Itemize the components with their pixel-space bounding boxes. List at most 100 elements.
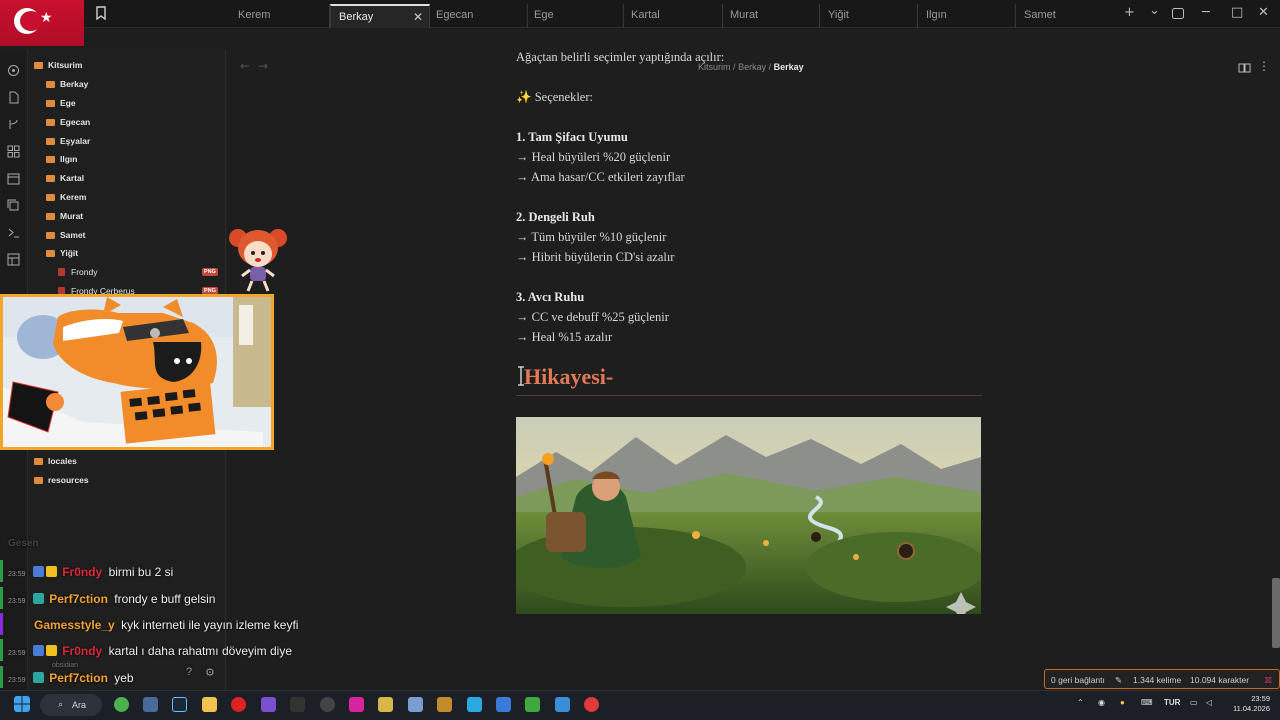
network-icon[interactable]: ▭ (1190, 698, 1198, 707)
option-title: 3. Avcı Ruhu (516, 290, 585, 304)
option-title: 2. Dengeli Ruh (516, 210, 595, 224)
folder-item[interactable]: locales (34, 456, 77, 466)
option-line: → Tüm büyüler %10 güçlenir (516, 230, 667, 244)
photos-icon[interactable] (555, 697, 570, 712)
close-tab-icon[interactable]: ✕ (413, 6, 423, 28)
tab-samet[interactable]: Samet (1016, 4, 1114, 28)
file-item[interactable]: Frondy (58, 267, 97, 277)
folder-label: Kartal (60, 173, 85, 183)
folder-icon (46, 100, 55, 107)
folder-item[interactable]: Kartal (46, 173, 84, 183)
chat-username[interactable]: Perf7ction (49, 671, 108, 685)
folder-root[interactable]: Kitsurim (34, 60, 82, 70)
sidebar-toggle-icon[interactable] (1172, 8, 1184, 19)
tab-kerem[interactable]: Kerem (230, 4, 330, 28)
search-icon: ⌕ (58, 699, 64, 709)
clock[interactable]: 23:59 11.04.2026 (1226, 694, 1270, 714)
app-icon[interactable] (378, 697, 393, 712)
folder-item[interactable]: Ilgın (46, 154, 77, 164)
calendar-icon[interactable] (7, 172, 20, 185)
tab-label: Samet (1024, 9, 1056, 21)
taskbar-search[interactable]: ⌕ Ara (40, 694, 102, 716)
instagram-icon[interactable] (349, 697, 364, 712)
chat-timestamp: 23:59 (8, 598, 26, 605)
templates-icon[interactable] (7, 253, 20, 266)
folder-item[interactable]: Kerem (46, 192, 86, 202)
crown-badge-icon (45, 645, 57, 656)
tab-yigit[interactable]: Yiğit (820, 4, 918, 28)
sync-off-icon[interactable]: ⛝ (1265, 675, 1271, 686)
xbox-icon[interactable] (114, 697, 129, 712)
tab-label: Yiğit (828, 9, 849, 21)
tab-murat[interactable]: Murat (722, 4, 820, 28)
obs-studio-icon[interactable] (320, 697, 335, 712)
app-icon[interactable] (467, 697, 482, 712)
volume-icon[interactable]: ◁ (1206, 698, 1212, 707)
chat-username[interactable]: Perf7ction (49, 592, 108, 606)
obsidian-icon[interactable] (261, 697, 276, 712)
bookmark-icon[interactable] (95, 6, 107, 20)
folder-item[interactable]: resources (34, 475, 89, 485)
options-heading: ✨ Seçenekler: (516, 90, 593, 104)
tab-ilgin[interactable]: Ilgın (918, 4, 1016, 28)
file-explorer-icon[interactable] (202, 697, 217, 712)
folder-item[interactable]: Yiğit (46, 248, 78, 258)
windows-start-icon[interactable] (14, 696, 30, 712)
edit-icon: ✎ (1115, 675, 1123, 685)
language-indicator[interactable]: TUR (1164, 698, 1180, 707)
app-icon[interactable] (408, 697, 423, 712)
folder-item[interactable]: Berkay (46, 79, 88, 89)
chat-username[interactable]: Fr0ndy (62, 644, 102, 658)
chat-text: yeb (114, 671, 134, 685)
folder-item[interactable]: Samet (46, 230, 86, 240)
file-icon[interactable] (7, 91, 20, 104)
folder-item[interactable]: Egecan (46, 117, 90, 127)
folder-label: Murat (60, 211, 84, 221)
maximize-button[interactable]: □ (1231, 5, 1243, 20)
tab-berkay[interactable]: Berkay ✕ (330, 4, 430, 28)
scrollbar[interactable] (1272, 578, 1280, 648)
chat-message: 23:59 Perf7ction yeb (8, 671, 134, 685)
steam-icon[interactable] (172, 697, 187, 712)
minimize-button[interactable]: ─ (1202, 5, 1210, 20)
obs-grid-icon[interactable] (290, 697, 305, 712)
chat-bar (0, 587, 3, 609)
tray-mic-icon[interactable]: ● (1120, 698, 1125, 707)
minecraft-icon[interactable] (525, 697, 540, 712)
chat-username[interactable]: Gamesstyle_y (34, 618, 115, 632)
chat-username[interactable]: Fr0ndy (62, 565, 102, 579)
opera-icon[interactable] (231, 697, 246, 712)
branch-icon[interactable] (7, 118, 20, 131)
chat-message: 23:59 Fr0ndy birmi bu 2 si (8, 565, 173, 579)
folder-item[interactable]: Murat (46, 211, 83, 221)
copy-icon[interactable] (7, 199, 20, 212)
app-icon[interactable] (496, 697, 511, 712)
tray-chevron-icon[interactable]: ⌃ (1077, 698, 1084, 707)
backlinks-count[interactable]: 0 geri bağlantı (1051, 675, 1105, 685)
app-icon[interactable] (584, 697, 599, 712)
tab-ege[interactable]: Ege (526, 4, 624, 28)
tray-app-icon[interactable]: ◉ (1098, 698, 1105, 707)
option-title: 1. Tam Şifacı Uyumu (516, 130, 628, 144)
folder-item[interactable]: Eşyalar (46, 136, 90, 146)
task-view-icon[interactable] (143, 697, 158, 712)
settings-icon[interactable]: ⚙ (205, 666, 215, 679)
folder-icon (46, 194, 55, 201)
chevron-down-icon[interactable]: ⌄ (1149, 3, 1160, 18)
tab-kartal[interactable]: Kartal (623, 4, 723, 28)
chat-timestamp: 23:59 (8, 650, 26, 657)
folder-label: Kerem (60, 192, 87, 202)
folder-item[interactable]: Ege (46, 98, 76, 108)
close-window-button[interactable]: ✕ (1258, 5, 1269, 20)
riot-icon[interactable] (437, 697, 452, 712)
tab-egecan[interactable]: Egecan (428, 4, 528, 28)
help-icon[interactable]: ? (186, 666, 192, 678)
chat-timestamp: 23:59 (8, 571, 26, 578)
tab-label: Murat (730, 9, 759, 21)
grid-icon[interactable] (7, 145, 20, 158)
new-tab-button[interactable]: + (1124, 5, 1135, 20)
folder-label: locales (48, 456, 77, 466)
terminal-icon[interactable] (7, 226, 20, 239)
graph-icon[interactable] (7, 64, 20, 77)
keyboard-icon[interactable]: ⌨ (1141, 698, 1153, 707)
